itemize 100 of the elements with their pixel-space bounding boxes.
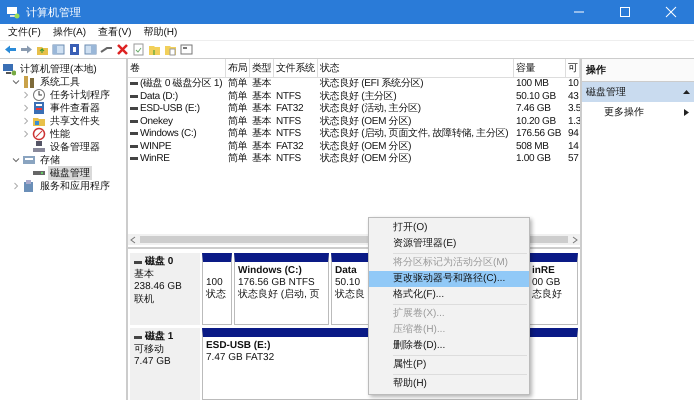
tree-item[interactable]: 任务计划程序: [48, 88, 112, 102]
log-icon: [32, 100, 46, 114]
tree-item[interactable]: 共享文件夹: [48, 114, 102, 128]
table-cell-text: 基本: [251, 78, 272, 90]
tree-item[interactable]: 计算机管理(本地): [18, 62, 99, 76]
table-cell-text: 1.00 GB: [515, 153, 552, 166]
menu-item[interactable]: 文件(F): [4, 25, 45, 39]
table-cell-text: 176.56 GB: [515, 128, 562, 140]
clock-icon: [32, 88, 46, 102]
table-cell-text: 7.46 GB: [515, 103, 552, 116]
scroll-right-icon[interactable]: [572, 236, 578, 244]
disk-info: 联机: [134, 294, 155, 306]
submenu-arrow-icon: [683, 108, 690, 116]
column-header[interactable]: 可: [566, 59, 580, 78]
back-arrow-icon[interactable]: [4, 43, 17, 56]
table-cell: (磁盘 0 磁盘分区 1): [140, 78, 222, 90]
column-header[interactable]: 类型: [250, 59, 274, 78]
table-cell-text: 57: [567, 153, 580, 166]
table-cell-text: 简单: [227, 153, 248, 166]
table-cell: Data (D:): [140, 90, 178, 103]
partition-info: 100: [206, 277, 223, 288]
table-cell-text: NTFS: [275, 90, 302, 103]
scroll-left-icon[interactable]: [130, 236, 136, 244]
partition-name: ESD-USB (E:): [206, 340, 270, 351]
partition-name: Windows (C:): [238, 265, 302, 276]
table-cell-text: 简单: [227, 140, 248, 153]
device-icon: [32, 140, 46, 154]
tree-item[interactable]: 存储: [38, 152, 62, 166]
menu-item[interactable]: 格式化(F)...: [369, 287, 529, 303]
table-cell: ESD-USB (E:): [140, 103, 200, 116]
menu-item[interactable]: 查看(V): [94, 25, 136, 39]
tree-item[interactable]: 服务和应用程序: [38, 178, 112, 192]
column-header[interactable]: 容量: [514, 59, 566, 78]
menu-item[interactable]: 删除卷(D)...: [369, 338, 529, 354]
delete-icon[interactable]: [116, 43, 129, 56]
gauge-icon: [32, 126, 46, 140]
disk-info: 基本: [134, 268, 155, 281]
table-cell-text: 10.20 GB: [515, 116, 557, 128]
table-cell-text: 100 MB: [515, 78, 550, 90]
partition-info: 176.56 GB NTFS: [238, 277, 315, 288]
panel-icon[interactable]: [84, 43, 97, 56]
table-cell: WinRE: [140, 153, 170, 166]
action-item[interactable]: 更多操作: [582, 102, 694, 122]
column-header[interactable]: 状态: [318, 59, 514, 78]
tree-item[interactable]: 事件查看器: [48, 100, 102, 114]
table-cell-text: 基本: [251, 140, 272, 153]
actions-section[interactable]: 磁盘管理: [582, 82, 694, 102]
chevron-icon[interactable]: [12, 156, 20, 164]
folder-icon[interactable]: [148, 43, 161, 56]
collapse-icon[interactable]: [683, 88, 690, 96]
panel-icon[interactable]: [52, 43, 65, 56]
menu-item[interactable]: 帮助(H): [139, 25, 182, 39]
forward-arrow-icon[interactable]: [20, 43, 33, 56]
partition-info: 状态良: [335, 289, 365, 301]
partition-name: Data: [335, 265, 357, 276]
window-icon[interactable]: [180, 43, 193, 56]
table-cell-text: 基本: [251, 103, 272, 116]
tree-item[interactable]: 性能: [48, 126, 72, 140]
table-cell-text: 94: [567, 128, 580, 140]
menu-item[interactable]: 更改驱动器号和路径(C)...: [369, 271, 529, 287]
table-cell-text: NTFS: [275, 153, 302, 166]
chevron-icon[interactable]: [12, 78, 20, 86]
table-cell-text: 基本: [251, 153, 272, 166]
table-cell-text: FAT32: [275, 103, 304, 116]
disk-info: 可移动: [134, 344, 165, 356]
tree-item[interactable]: 设备管理器: [48, 140, 102, 154]
menu-item[interactable]: 打开(O): [369, 220, 529, 236]
table-cell: Windows (C:): [140, 128, 196, 140]
partition-info: 50.10: [335, 277, 360, 288]
partition-block[interactable]: 100 状态: [202, 253, 232, 325]
table-cell-text: 基本: [251, 128, 272, 140]
services-icon: [22, 178, 36, 192]
table-cell-text: 43: [567, 90, 580, 103]
partition-block[interactable]: Windows (C:) 176.56 GB NTFS 状态良好 (启动, 页: [234, 253, 329, 325]
partition-block[interactable]: inRE 00 GB 态良好: [528, 253, 578, 325]
disk-name: 磁盘 0: [145, 256, 174, 268]
folder-document-icon[interactable]: [164, 43, 177, 56]
menu-item[interactable]: 资源管理器(E): [369, 236, 529, 252]
column-header[interactable]: 卷: [128, 59, 226, 78]
table-cell-text: NTFS: [275, 116, 302, 128]
tree-item[interactable]: 磁盘管理: [48, 166, 92, 180]
checked-document-icon[interactable]: [132, 43, 145, 56]
disk-info: 7.47 GB: [134, 356, 172, 368]
table-cell-text: 50.10 GB: [515, 90, 557, 103]
tree-item[interactable]: 系统工具: [38, 74, 82, 88]
table-cell: WINPE: [140, 140, 172, 153]
table-cell-text: 基本: [251, 116, 272, 128]
table-cell-text: 简单: [227, 103, 248, 116]
actions-header: 操作: [582, 59, 694, 82]
partition-info: 7.47 GB FAT32: [206, 352, 274, 364]
disk-info: 238.46 GB: [134, 281, 183, 294]
table-cell-text: 10: [567, 78, 580, 90]
table-cell-text: 简单: [227, 116, 248, 128]
table-cell-text: 基本: [251, 90, 272, 103]
column-header[interactable]: 布局: [226, 59, 250, 78]
partition-info: 00 GB: [532, 277, 560, 288]
menu-item[interactable]: 操作(A): [48, 25, 90, 39]
column-header[interactable]: 文件系统: [274, 59, 318, 78]
menu-item[interactable]: 帮助(H): [369, 376, 529, 392]
menu-item[interactable]: 属性(P): [369, 357, 529, 373]
